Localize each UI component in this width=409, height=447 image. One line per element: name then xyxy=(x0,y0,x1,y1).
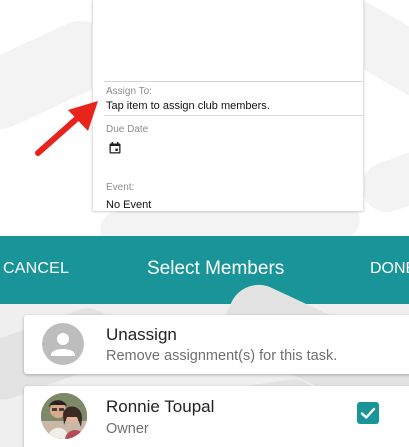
cancel-button[interactable]: CANCEL xyxy=(3,260,69,278)
checkmark-icon xyxy=(360,407,376,419)
person-placeholder-icon xyxy=(42,323,84,365)
red-arrow-icon xyxy=(35,101,98,156)
assign-to-field[interactable]: Assign To: Tap item to assign club membe… xyxy=(93,82,363,115)
due-date-label: Due Date xyxy=(106,124,149,135)
assign-to-label: Assign To: xyxy=(106,86,152,97)
list-item-member[interactable]: Ronnie Toupal Owner xyxy=(24,386,409,447)
member-name: Ronnie Toupal xyxy=(106,397,215,416)
event-field[interactable]: Event: No Event xyxy=(93,178,363,211)
event-label: Event: xyxy=(106,182,135,193)
done-button[interactable]: DONE xyxy=(370,260,409,278)
event-value[interactable]: No Event xyxy=(106,199,151,211)
due-date-field[interactable]: Due Date xyxy=(93,116,363,156)
list-item-unassign[interactable]: Unassign Remove assignment(s) for this t… xyxy=(24,315,409,374)
calendar-icon[interactable] xyxy=(109,142,121,154)
member-checkbox[interactable] xyxy=(357,402,379,424)
task-form-card: Assign To: Tap item to assign club membe… xyxy=(92,0,364,211)
page-title: Select Members xyxy=(147,258,285,279)
assign-to-value[interactable]: Tap item to assign club members. xyxy=(106,100,270,112)
avatar xyxy=(41,393,87,439)
member-role: Owner xyxy=(106,421,149,437)
app-bar: CANCEL Select Members DONE xyxy=(0,236,409,304)
member-subtitle: Remove assignment(s) for this task. xyxy=(106,348,338,364)
member-name: Unassign xyxy=(106,325,177,344)
